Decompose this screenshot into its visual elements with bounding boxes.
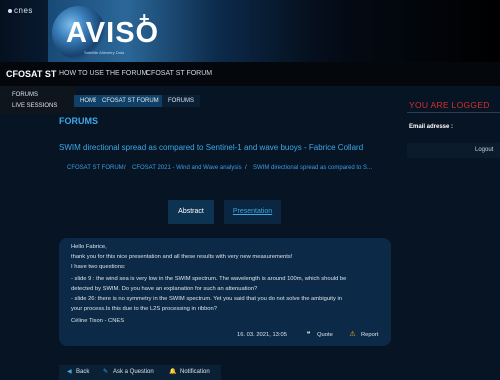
report-button[interactable]: Report xyxy=(361,332,378,338)
cnes-logo[interactable]: cnes xyxy=(8,6,33,15)
post-line: thank you for this nice presentation and… xyxy=(71,254,293,260)
chevron-left-icon: ◀ xyxy=(67,369,72,375)
nav-dropdown: FORUMS LIVE SESSIONS xyxy=(0,86,76,114)
email-label: Email adresse : xyxy=(409,124,454,130)
nav-link-how-to-use[interactable]: HOW TO USE THE FORUM xyxy=(59,70,147,77)
dropdown-item-forums[interactable]: FORUMS xyxy=(12,92,38,98)
post-line: - slide 9 : the wind sea is very low in … xyxy=(71,276,347,282)
cnes-dot-icon xyxy=(8,8,12,13)
crumb-cfosat-forum[interactable]: CFOSAT ST FORUM xyxy=(67,165,124,171)
quote-button[interactable]: Quote xyxy=(317,332,333,338)
quote-icon: ❝ xyxy=(306,331,311,338)
nav-brand[interactable]: CFOSAT ST xyxy=(6,69,56,79)
back-button[interactable]: Back xyxy=(76,369,89,375)
aviso-subtitle: Satellite Altimetry Data xyxy=(84,50,125,55)
post-line: Hello Fabrice, xyxy=(71,244,107,250)
aviso-plus: + xyxy=(139,9,150,29)
post-line: your process.Is this due to the L2S proc… xyxy=(71,306,217,312)
crumb-wind-wave[interactable]: CFOSAT 2021 - Wind and Wave analysis xyxy=(132,165,242,171)
crumb-separator: / xyxy=(124,165,126,171)
post-line: - slide 26: there is no symmetry in the … xyxy=(71,296,342,302)
tab-abstract[interactable]: Abstract xyxy=(168,200,214,224)
breadcrumb-forums[interactable]: FORUMS xyxy=(162,95,200,107)
logout-button[interactable]: Logout xyxy=(475,147,493,153)
header-banner: cnes AVISO + Satellite Altimetry Data xyxy=(0,0,500,62)
post-line: detected by SWIM. Do you have an explana… xyxy=(71,286,258,292)
topic-title[interactable]: SWIM directional spread as compared to S… xyxy=(59,143,363,152)
post-author: Céline Tison - CNES xyxy=(71,318,125,324)
logged-title: YOU ARE LOGGED xyxy=(409,100,490,110)
warning-icon: ⚠ xyxy=(349,331,356,338)
bell-icon: 🔔 xyxy=(169,369,177,375)
section-title: FORUMS xyxy=(59,116,98,126)
post-card: Hello Fabrice, thank you for this nice p… xyxy=(59,238,391,346)
nav-link-cfosat-forum[interactable]: CFOSAT ST FORUM xyxy=(146,70,212,77)
crumb-topic[interactable]: SWIM directional spread as compared to S… xyxy=(253,165,372,171)
tab-presentation[interactable]: Presentation xyxy=(224,200,281,224)
crumb-separator: / xyxy=(245,165,247,171)
post-line: I have two questions: xyxy=(71,264,126,270)
cnes-text: cnes xyxy=(14,6,33,15)
top-nav: CFOSAT ST HOW TO USE THE FORUM CFOSAT ST… xyxy=(0,62,500,86)
question-icon: ✎ xyxy=(103,369,109,375)
notification-button[interactable]: Notification xyxy=(180,369,210,375)
ask-question-button[interactable]: Ask a Question xyxy=(113,369,154,375)
dropdown-item-live-sessions[interactable]: LIVE SESSIONS xyxy=(12,103,57,109)
divider xyxy=(407,112,500,113)
post-date: 16. 03. 2021, 13:05 xyxy=(237,332,287,338)
breadcrumb-cfosat-forum[interactable]: CFOSAT ST FORUM xyxy=(96,95,165,107)
